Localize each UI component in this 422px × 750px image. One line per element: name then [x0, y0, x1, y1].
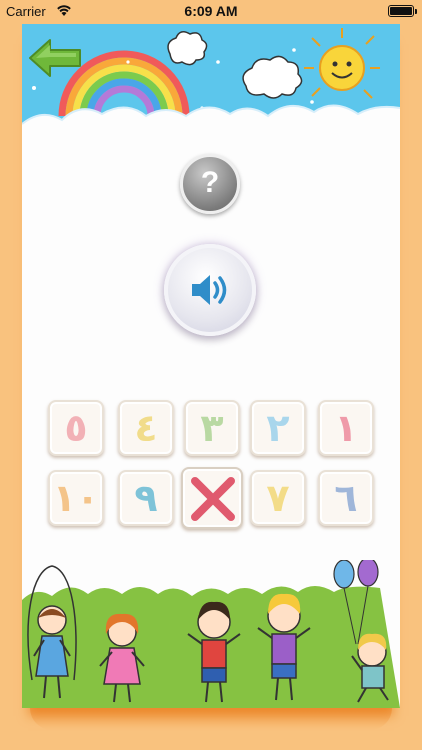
tile-digit: ١٠	[52, 476, 100, 520]
arrow-left-icon	[29, 39, 81, 77]
tile-digit: ٢	[266, 406, 290, 450]
number-tile[interactable]: ٣	[184, 400, 240, 456]
number-tile-wrong[interactable]	[181, 467, 243, 529]
speaker-icon	[192, 275, 227, 305]
number-tile[interactable]: ٩	[118, 470, 174, 526]
number-tile[interactable]: ٢	[250, 400, 306, 456]
game-panel: ? ٥ ٤ ٣ ٢ ١ ١٠ ٩ ٧ ٦	[22, 24, 400, 708]
back-button[interactable]	[26, 36, 86, 80]
tile-digit: ٦	[334, 476, 358, 520]
tile-digit: ٥	[64, 406, 88, 450]
number-tile[interactable]: ٧	[250, 470, 306, 526]
question-mark-icon: ?	[200, 166, 220, 199]
status-bar: Carrier 6:09 AM	[0, 0, 422, 22]
tile-digit: ٤	[134, 406, 158, 450]
number-tile[interactable]: ١	[318, 400, 374, 456]
tile-digit: ٣	[200, 406, 224, 450]
battery-icon	[388, 5, 417, 17]
number-tile[interactable]: ٥	[48, 400, 104, 456]
tile-digit: ٩	[134, 476, 158, 520]
panel-shadow	[30, 708, 392, 730]
help-button[interactable]: ?	[180, 154, 240, 214]
tile-digit: ١	[334, 406, 358, 450]
ground-scene	[22, 560, 400, 708]
tile-digit: ٧	[266, 476, 290, 520]
number-tile[interactable]: ١٠	[48, 470, 104, 526]
play-sound-button[interactable]	[164, 244, 256, 336]
number-tile[interactable]: ٦	[318, 470, 374, 526]
red-x-mark-icon	[191, 477, 235, 521]
number-tile[interactable]: ٤	[118, 400, 174, 456]
clock-time: 6:09 AM	[184, 3, 238, 19]
